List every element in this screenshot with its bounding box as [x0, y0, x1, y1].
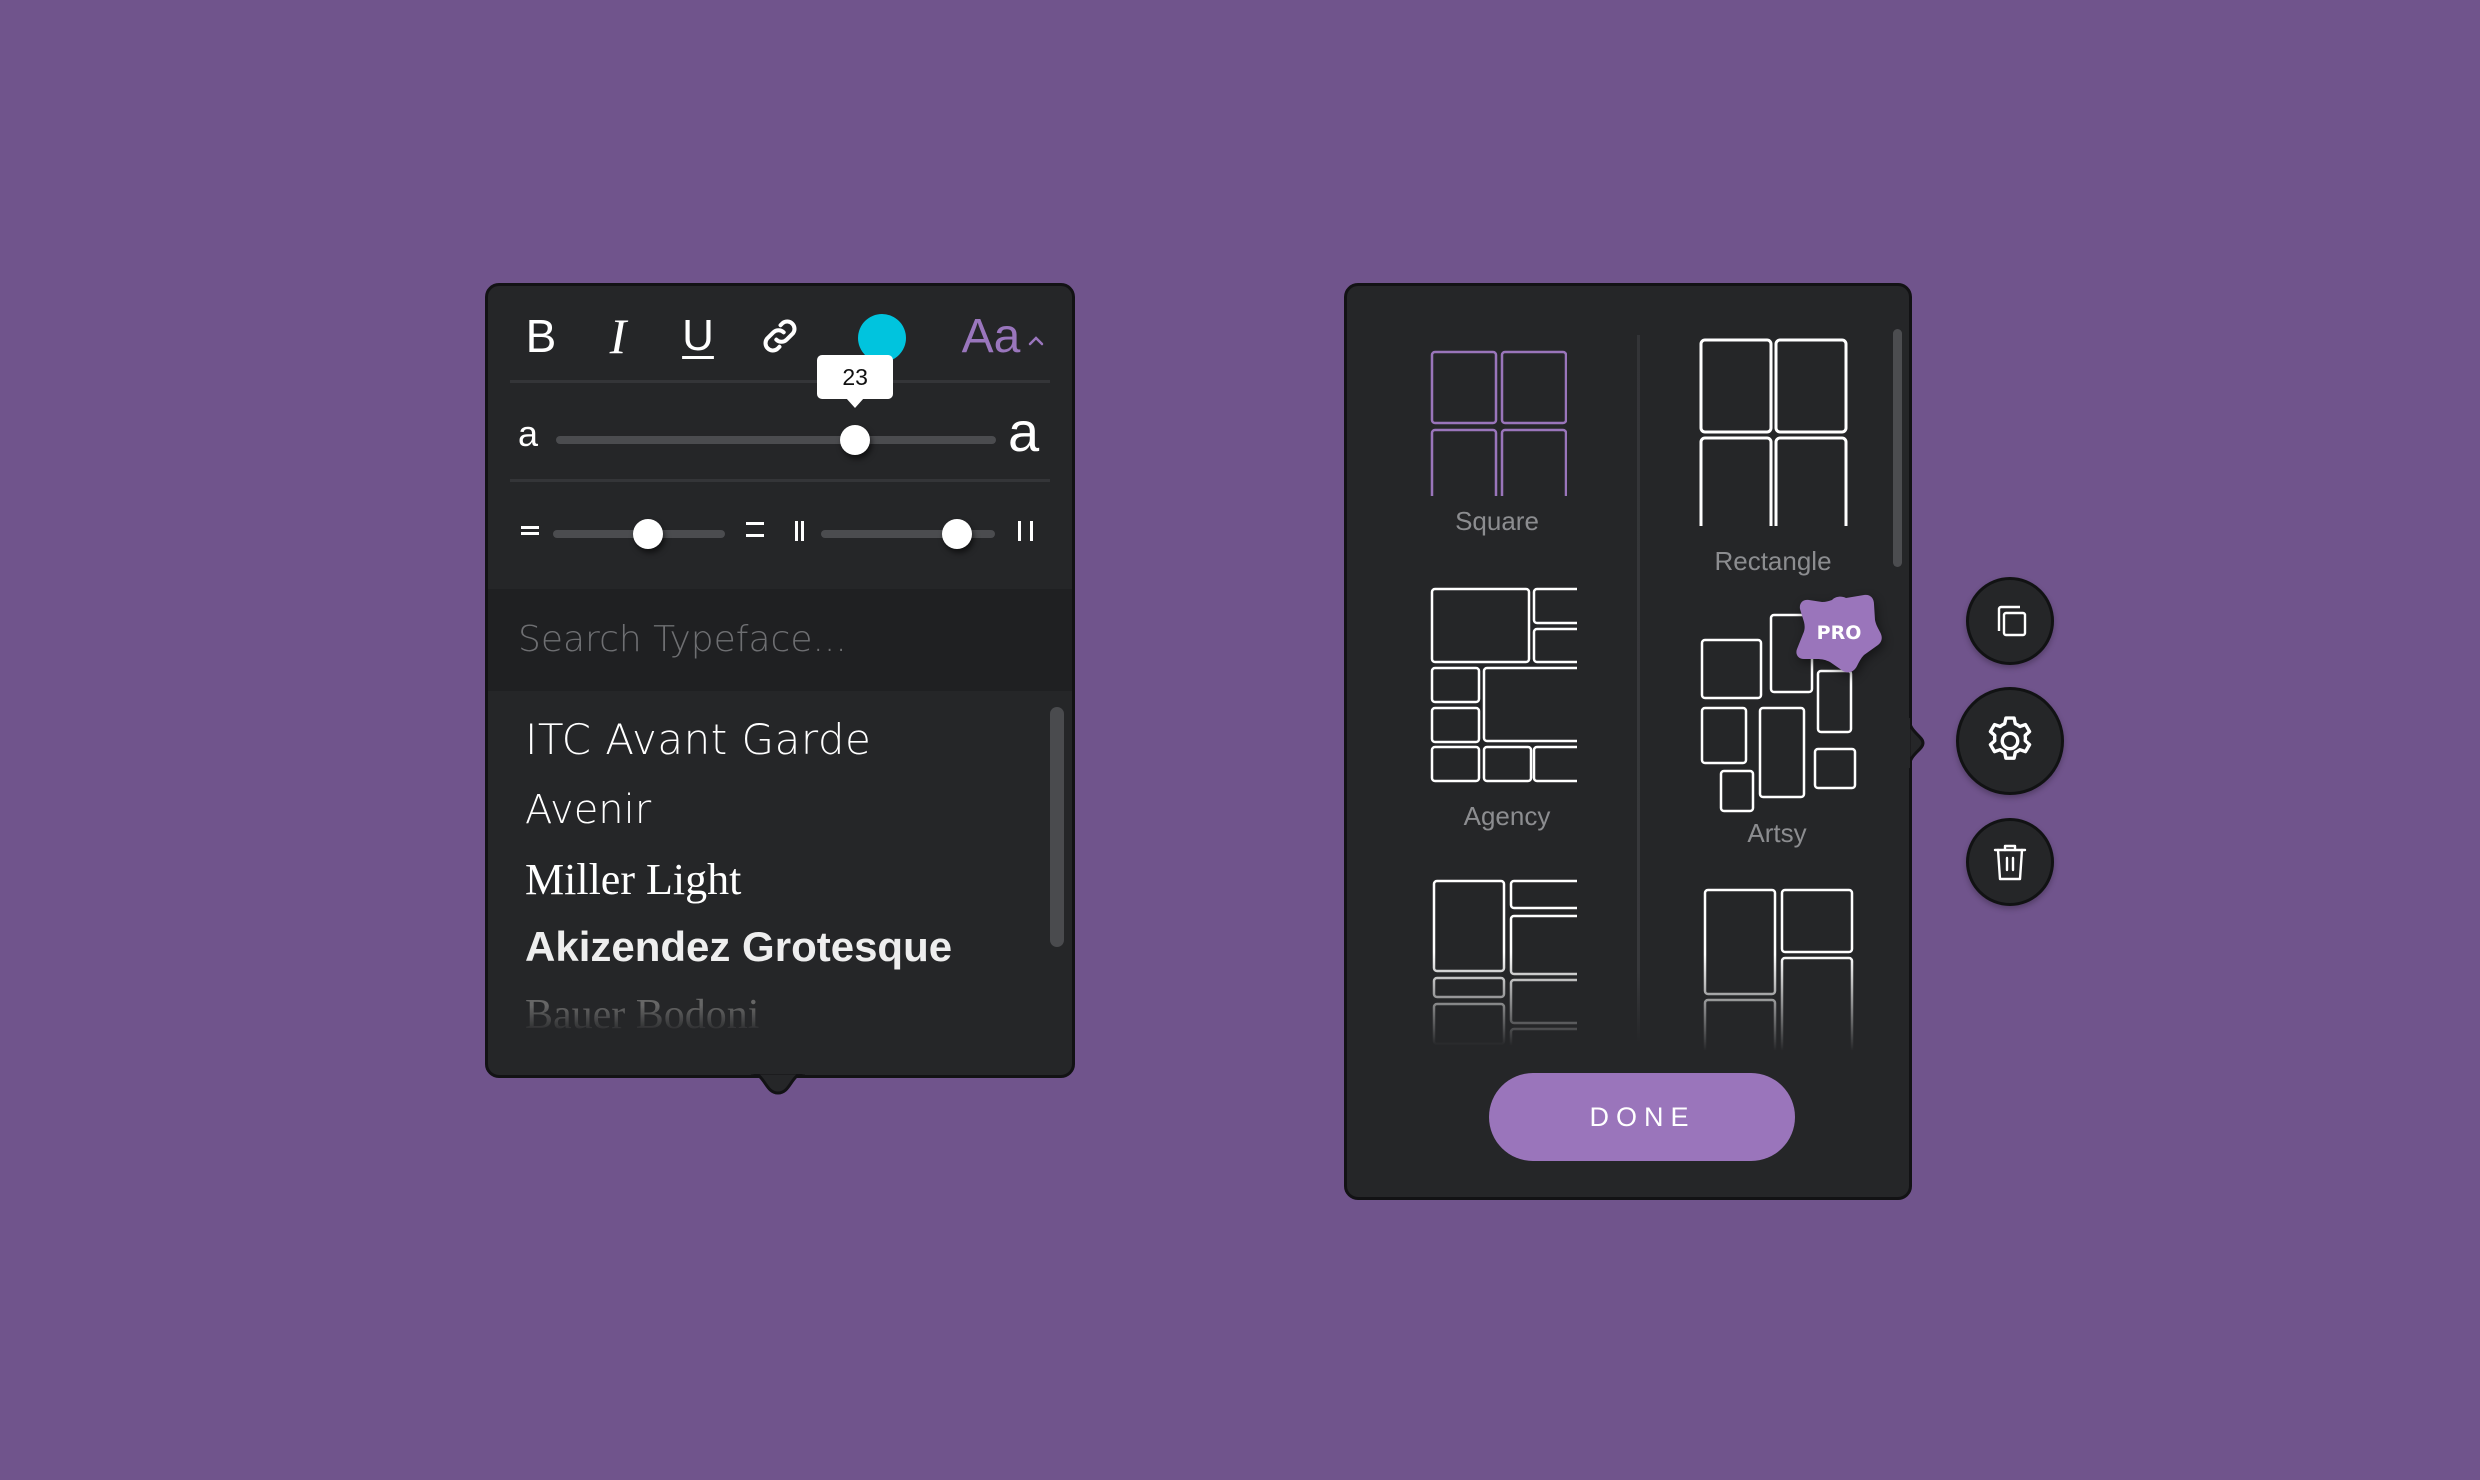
font-size-row: a 23 a	[488, 355, 1072, 481]
font-menu-button[interactable]: Aa	[948, 306, 1058, 366]
typeface-list-scrollbar[interactable]	[1050, 707, 1064, 947]
pro-badge[interactable]: PRO	[1794, 592, 1884, 678]
italic-button[interactable]: I	[593, 306, 643, 366]
font-size-slider[interactable]: 23	[556, 355, 996, 455]
line-height-slider-thumb[interactable]	[632, 519, 663, 549]
layout-label: Artsy	[1747, 818, 1807, 848]
letter-spacing-tight-icon	[795, 521, 804, 541]
settings-button[interactable]	[1956, 687, 2064, 795]
layout-label: Rectangle	[1714, 546, 1832, 576]
format-toolbar: B I U Aa	[488, 286, 1072, 381]
popover-pointer	[751, 1073, 805, 1095]
spacing-row	[488, 481, 1072, 586]
delete-button[interactable]	[1966, 818, 2054, 906]
font-size-max-label: a	[1008, 400, 1040, 463]
layout-picker-panel: Square Rectangle Agency Artsy PRO DONE	[1344, 283, 1925, 1200]
rectangle-layout-icon	[1699, 338, 1848, 526]
layout-option-square[interactable]: Square	[1407, 336, 1567, 536]
letter-spacing-slider[interactable]	[821, 519, 995, 549]
typeface-list-item[interactable]: ITC Avant Garde	[525, 715, 871, 764]
letter-spacing-slider-thumb[interactable]	[941, 519, 972, 549]
layout-label: Square	[1455, 506, 1539, 536]
font-menu-label: Aa	[961, 309, 1021, 363]
letter-spacing-loose-icon	[1018, 521, 1033, 541]
text-format-panel: B I U Aa a 23 a Search Typeface... ITC A…	[485, 283, 1075, 1095]
typeface-search-input[interactable]	[518, 609, 1018, 669]
font-size-slider-thumb[interactable]	[840, 425, 871, 455]
duplicate-button[interactable]	[1966, 577, 2054, 665]
link-icon	[763, 319, 797, 353]
popover-pointer	[1909, 718, 1925, 768]
collage-a-layout-icon	[1432, 879, 1577, 1046]
line-height-loose-icon	[746, 522, 764, 537]
square-layout-icon	[1430, 350, 1567, 496]
typeface-search-area	[488, 589, 1072, 691]
layout-option-collage-a[interactable]	[1407, 876, 1577, 1046]
column-divider	[1637, 335, 1640, 1043]
layout-list-scrollbar[interactable]	[1893, 329, 1902, 567]
layout-option-agency[interactable]: Agency	[1407, 586, 1577, 836]
typeface-list-item[interactable]: Bauer Bodoni	[525, 991, 759, 1039]
line-height-slider[interactable]	[553, 519, 725, 549]
pro-badge-label: PRO	[1816, 622, 1862, 644]
typeface-list-item[interactable]: Avenir	[525, 787, 651, 833]
line-height-tight-icon	[521, 526, 539, 535]
link-button[interactable]	[750, 306, 810, 366]
underline-button[interactable]: U	[673, 306, 723, 366]
trash-icon	[1993, 844, 2027, 881]
gear-icon	[1988, 716, 2032, 760]
chevron-up-icon	[1029, 336, 1044, 346]
collage-b-layout-icon	[1703, 888, 1854, 1051]
copy-icon	[1997, 605, 2027, 637]
agency-layout-icon	[1430, 587, 1577, 783]
layout-label: Agency	[1463, 801, 1551, 831]
layout-option-collage-b[interactable]	[1677, 876, 1877, 1051]
font-size-min-label: a	[518, 413, 539, 454]
bold-button[interactable]: B	[516, 306, 566, 366]
typeface-list-item[interactable]: Miller Light	[525, 854, 741, 905]
typeface-list: ITC Avant Garde Avenir Miller Light Akiz…	[488, 691, 1072, 1051]
typeface-list-item[interactable]: Akizendez Grotesque	[525, 923, 952, 971]
done-button[interactable]: DONE	[1489, 1073, 1795, 1161]
font-size-value-tooltip: 23	[817, 355, 894, 408]
layout-option-rectangle[interactable]: Rectangle	[1677, 326, 1877, 576]
